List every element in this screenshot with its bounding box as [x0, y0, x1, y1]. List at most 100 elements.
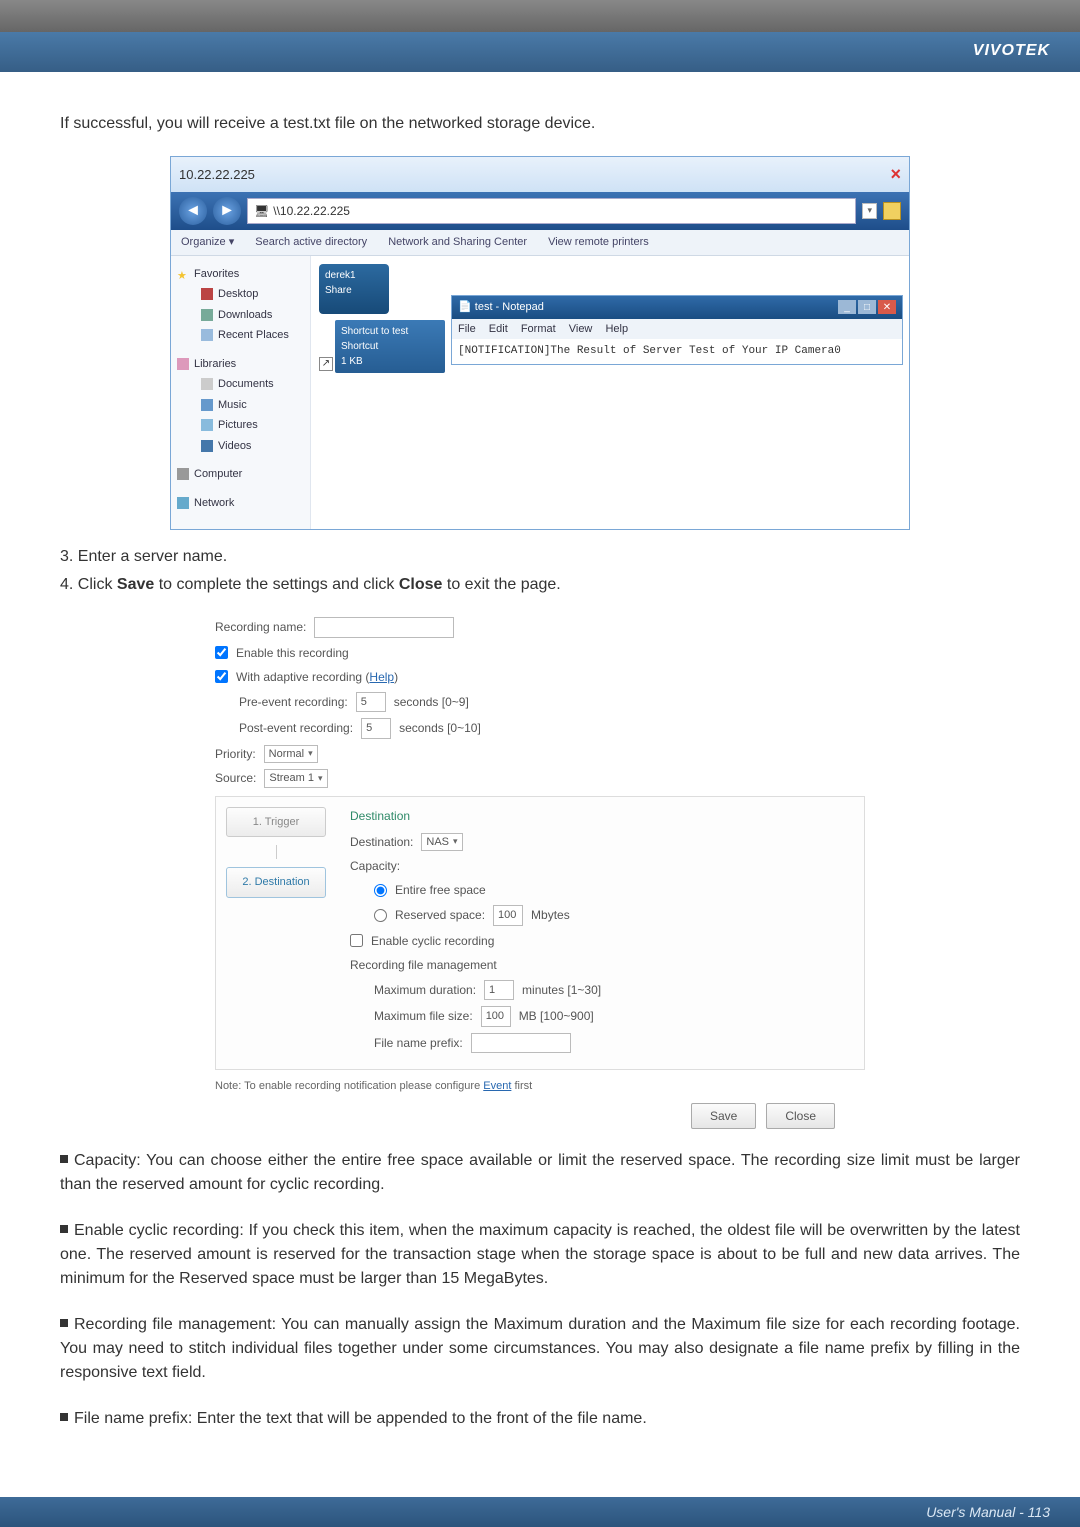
adaptive-recording-label: With adaptive recording (Help)	[236, 668, 398, 686]
address-bar[interactable]: 🖥 \\10.22.22.225	[247, 198, 856, 224]
explorer-titlebar: 10.22.22.225 ×	[171, 157, 909, 192]
enable-recording-label: Enable this recording	[236, 644, 349, 662]
max-filesize-hint: MB [100~900]	[519, 1007, 594, 1025]
maximize-icon[interactable]: □	[858, 300, 876, 314]
nav-forward-icon[interactable]: ►	[213, 197, 241, 225]
tab-destination[interactable]: 2. Destination	[226, 867, 326, 898]
sidebar-libraries[interactable]: Libraries	[177, 354, 304, 375]
notepad-menubar: File Edit Format View Help	[452, 319, 902, 340]
save-button[interactable]: Save	[691, 1103, 756, 1129]
reserved-space-input[interactable]: 100	[493, 905, 523, 926]
close-notepad-icon[interactable]: ✕	[878, 300, 896, 314]
explorer-toolbar: Organize ▾ Search active directory Netwo…	[171, 230, 909, 256]
shortcut-item[interactable]: ↗ Shortcut to test Shortcut 1 KB	[335, 320, 445, 373]
star-icon: ★	[177, 268, 189, 280]
refresh-icon[interactable]	[883, 202, 901, 220]
max-filesize-input[interactable]: 100	[481, 1006, 511, 1027]
reserved-space-unit: Mbytes	[531, 906, 570, 924]
remote-printers-link[interactable]: View remote printers	[548, 236, 649, 248]
libraries-icon	[177, 358, 189, 370]
intro-text: If successful, you will receive a test.t…	[60, 112, 1020, 136]
bullet-capacity: Capacity: You can choose either the enti…	[60, 1149, 1020, 1197]
brand-text: VIVOTEK	[973, 42, 1050, 59]
step-4: 4. Click Save to complete the settings a…	[60, 573, 1020, 597]
post-event-hint: seconds [0~10]	[399, 719, 481, 737]
menu-help[interactable]: Help	[605, 323, 628, 335]
sidebar-documents[interactable]: Documents	[201, 374, 304, 395]
reserved-space-radio[interactable]	[374, 909, 387, 922]
explorer-navbar: ◄ ► 🖥 \\10.22.22.225	[171, 192, 909, 230]
documents-icon	[201, 378, 213, 390]
sidebar-network[interactable]: Network	[177, 493, 304, 514]
post-event-label: Post-event recording:	[239, 719, 353, 737]
search-directory-link[interactable]: Search active directory	[255, 236, 367, 248]
recording-form: Recording name: Enable this recording Wi…	[215, 617, 865, 1129]
sidebar-desktop[interactable]: Desktop	[201, 284, 304, 305]
form-note: Note: To enable recording notification p…	[215, 1078, 865, 1095]
menu-edit[interactable]: Edit	[489, 323, 508, 335]
tab-trigger[interactable]: 1. Trigger	[226, 807, 326, 838]
organize-menu[interactable]: Organize ▾	[181, 236, 234, 248]
notepad-titlebar: 📄 test - Notepad _ □ ✕	[452, 296, 902, 319]
close-icon[interactable]: ×	[890, 161, 901, 188]
prefix-label: File name prefix:	[374, 1034, 463, 1052]
bullet-cyclic: Enable cyclic recording: If you check th…	[60, 1219, 1020, 1291]
bullet-icon	[60, 1225, 68, 1233]
bullet-section: Capacity: You can choose either the enti…	[60, 1149, 1020, 1431]
sidebar-favorites[interactable]: ★Favorites	[177, 264, 304, 285]
page-footer: User's Manual - 113	[0, 1497, 1080, 1527]
steps-text: 3. Enter a server name. 4. Click Save to…	[60, 545, 1020, 597]
entire-space-label: Entire free space	[395, 881, 486, 899]
network-center-link[interactable]: Network and Sharing Center	[388, 236, 527, 248]
videos-icon	[201, 440, 213, 452]
bullet-icon	[60, 1413, 68, 1421]
destination-label: Destination:	[350, 833, 413, 851]
sidebar-videos[interactable]: Videos	[201, 436, 304, 457]
pre-event-hint: seconds [0~9]	[394, 693, 469, 711]
close-button[interactable]: Close	[766, 1103, 835, 1129]
post-event-input[interactable]: 5	[361, 718, 391, 739]
notepad-window: 📄 test - Notepad _ □ ✕ File Edit Format …	[451, 295, 903, 365]
minimize-icon[interactable]: _	[838, 300, 856, 314]
notepad-file-icon: 📄	[458, 301, 472, 313]
downloads-icon	[201, 309, 213, 321]
explorer-sidebar: ★Favorites Desktop Downloads Recent Plac…	[171, 256, 311, 530]
explorer-window: 10.22.22.225 × ◄ ► 🖥 \\10.22.22.225 Orga…	[170, 156, 910, 530]
cyclic-recording-label: Enable cyclic recording	[371, 932, 494, 950]
enable-recording-checkbox[interactable]	[215, 646, 228, 659]
entire-space-radio[interactable]	[374, 884, 387, 897]
address-dropdown[interactable]	[862, 203, 877, 219]
adaptive-recording-checkbox[interactable]	[215, 670, 228, 683]
menu-file[interactable]: File	[458, 323, 476, 335]
capacity-label: Capacity:	[350, 857, 400, 875]
prefix-input[interactable]	[471, 1033, 571, 1054]
recording-name-input[interactable]	[314, 617, 454, 638]
rec-file-mgmt-label: Recording file management	[350, 956, 497, 974]
destination-select[interactable]: NAS	[421, 833, 462, 852]
pre-event-input[interactable]: 5	[356, 692, 386, 713]
network-share-item[interactable]: derek1 Share	[319, 264, 429, 314]
nav-back-icon[interactable]: ◄	[179, 197, 207, 225]
sidebar-computer[interactable]: Computer	[177, 464, 304, 485]
event-link[interactable]: Event	[483, 1080, 511, 1092]
page-header: VIVOTEK	[0, 32, 1080, 72]
sidebar-pictures[interactable]: Pictures	[201, 415, 304, 436]
step-3: 3. Enter a server name.	[60, 545, 1020, 569]
priority-select[interactable]: Normal	[264, 745, 318, 764]
menu-view[interactable]: View	[569, 323, 593, 335]
priority-label: Priority:	[215, 745, 256, 763]
sidebar-downloads[interactable]: Downloads	[201, 305, 304, 326]
sidebar-music[interactable]: Music	[201, 395, 304, 416]
menu-format[interactable]: Format	[521, 323, 556, 335]
sidebar-recent[interactable]: Recent Places	[201, 325, 304, 346]
network-icon	[177, 497, 189, 509]
shortcut-arrow-icon: ↗	[319, 357, 333, 371]
footer-text: User's Manual - 113	[926, 1504, 1050, 1520]
help-link[interactable]: Help	[369, 670, 394, 684]
section-destination-title: Destination	[350, 807, 850, 825]
max-duration-input[interactable]: 1	[484, 980, 514, 1001]
reserved-space-label: Reserved space:	[395, 906, 485, 924]
desktop-icon	[201, 288, 213, 300]
cyclic-recording-checkbox[interactable]	[350, 934, 363, 947]
source-select[interactable]: Stream 1	[264, 769, 327, 788]
